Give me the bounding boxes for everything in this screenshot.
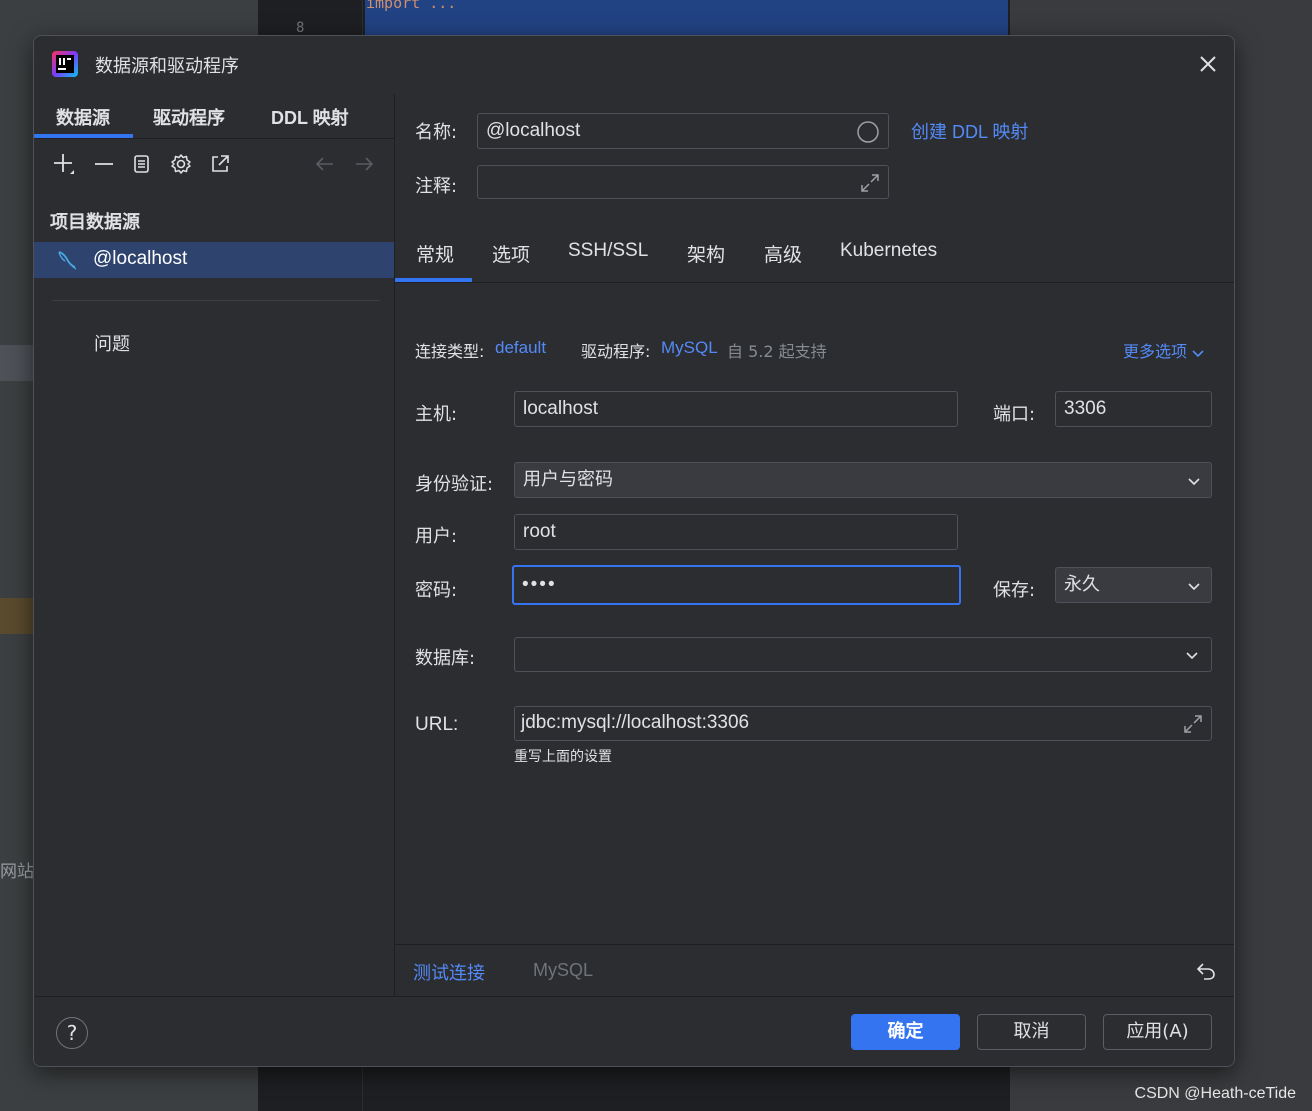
chevron-down-icon [1192, 350, 1205, 357]
tab-kubernetes[interactable]: Kubernetes [840, 240, 937, 262]
url-label: URL: [415, 714, 459, 735]
datasource-item-label: @localhost [93, 248, 188, 269]
driver-name-label: MySQL [533, 960, 594, 980]
password-input[interactable]: •••• [512, 565, 961, 605]
more-options-link[interactable]: 更多选项 [1123, 338, 1205, 362]
driver-support-note: 自 5.2 起支持 [727, 342, 827, 361]
name-input-value: @localhost [486, 120, 581, 141]
tab-advanced[interactable]: 高级 [764, 240, 802, 267]
revert-icon[interactable] [1194, 959, 1218, 983]
close-icon[interactable] [1196, 52, 1220, 76]
tab-ssh-ssl[interactable]: SSH/SSL [568, 240, 648, 262]
comment-label: 注释: [415, 176, 458, 197]
datasources-dialog: 数据源和驱动程序 数据源 驱动程序 DDL 映射 项目数据源 @localhos… [33, 35, 1235, 1067]
url-input[interactable]: jdbc:mysql://localhost:3306 [514, 706, 1212, 741]
tab-ddl-mappings[interactable]: DDL 映射 [271, 104, 349, 130]
datasource-item-localhost[interactable]: @localhost [34, 242, 394, 278]
datasource-settings-pane: 名称: @localhost 创建 DDL 映射 注释: 常规 选项 SSH/S… [395, 94, 1234, 944]
password-label: 密码: [415, 580, 458, 601]
test-connection-link[interactable]: 测试连接 [413, 959, 485, 985]
tab-schemas[interactable]: 架构 [687, 240, 725, 267]
intellij-app-icon [52, 51, 78, 77]
url-override-hint: 重写上面的设置 [514, 749, 612, 765]
help-button[interactable]: ? [56, 1017, 88, 1049]
ide-code-line: import ... [366, 0, 457, 12]
back-arrow-icon[interactable] [311, 150, 339, 178]
problems-item[interactable]: 问题 [94, 330, 130, 356]
driver-link[interactable]: MySQL [661, 338, 718, 358]
name-label: 名称: [415, 122, 458, 143]
user-input-value: root [523, 521, 556, 542]
forward-arrow-icon[interactable] [350, 150, 378, 178]
color-circle-icon[interactable] [856, 120, 880, 144]
connection-bar: 测试连接 MySQL [395, 944, 1234, 997]
left-tabs: 数据源 驱动程序 DDL 映射 [34, 94, 394, 139]
port-label: 端口: [993, 404, 1036, 425]
chevron-down-icon [1188, 478, 1200, 486]
driver-label: 驱动程序: [581, 342, 651, 361]
dialog-titlebar: 数据源和驱动程序 [34, 36, 1234, 94]
datasource-list-pane: 数据源 驱动程序 DDL 映射 项目数据源 @localhost 问题 [34, 94, 395, 996]
open-external-icon[interactable] [206, 150, 234, 178]
host-input[interactable]: localhost [514, 391, 958, 427]
url-input-value: jdbc:mysql://localhost:3306 [521, 712, 750, 733]
datasource-toolbar [34, 150, 394, 182]
ide-sidebar-highlight [0, 345, 34, 381]
chevron-down-icon [1188, 583, 1200, 591]
chevron-down-icon [1186, 652, 1198, 660]
settings-tabs: 常规 选项 SSH/SSL 架构 高级 Kubernetes [395, 226, 1234, 283]
project-datasources-heading: 项目数据源 [50, 212, 140, 233]
database-label: 数据库: [415, 648, 476, 669]
copy-icon[interactable] [128, 150, 156, 178]
ide-code-selection [365, 0, 1008, 38]
add-icon[interactable] [50, 150, 78, 178]
tab-drivers[interactable]: 驱动程序 [153, 104, 225, 130]
user-label: 用户: [415, 526, 458, 547]
ide-line-number: 8 [296, 20, 305, 36]
cancel-button[interactable]: 取消 [977, 1014, 1086, 1050]
create-ddl-mapping-link[interactable]: 创建 DDL 映射 [911, 118, 1028, 144]
watermark: CSDN @Heath-ceTide [1134, 1085, 1296, 1102]
mysql-dolphin-icon [58, 251, 77, 270]
expand-icon[interactable] [1181, 712, 1205, 736]
remove-icon[interactable] [90, 150, 118, 178]
auth-label: 身份验证: [415, 474, 494, 495]
comment-input[interactable] [477, 165, 889, 199]
save-select[interactable]: 永久 [1055, 567, 1212, 603]
expand-icon[interactable] [858, 171, 882, 195]
name-input[interactable]: @localhost [477, 113, 889, 149]
save-label: 保存: [993, 580, 1036, 601]
active-settings-tab-underline [395, 278, 472, 282]
password-input-value: •••• [522, 574, 557, 595]
auth-select-value: 用户与密码 [523, 469, 613, 490]
dialog-footer: ? 确定 取消 应用(A) [34, 996, 1234, 1066]
port-input-value: 3306 [1064, 398, 1107, 419]
ide-sidebar-marker [0, 598, 34, 634]
host-label: 主机: [415, 404, 458, 425]
tab-options[interactable]: 选项 [492, 240, 530, 267]
save-select-value: 永久 [1064, 574, 1100, 595]
dialog-title: 数据源和驱动程序 [95, 56, 239, 77]
more-options-label: 更多选项 [1123, 344, 1188, 361]
gear-icon[interactable] [167, 150, 195, 178]
auth-select[interactable]: 用户与密码 [514, 462, 1212, 498]
host-input-value: localhost [523, 398, 598, 419]
tab-general[interactable]: 常规 [416, 240, 454, 267]
apply-button[interactable]: 应用(A) [1103, 1014, 1212, 1050]
list-divider [52, 300, 380, 301]
ok-button[interactable]: 确定 [851, 1014, 960, 1050]
database-select[interactable] [514, 637, 1212, 672]
active-tab-underline [34, 134, 133, 138]
connection-type-link[interactable]: default [495, 338, 546, 358]
tab-data-sources[interactable]: 数据源 [56, 104, 110, 130]
port-input[interactable]: 3306 [1055, 391, 1212, 427]
user-input[interactable]: root [514, 514, 958, 550]
connection-type-label: 连接类型: [415, 342, 485, 361]
